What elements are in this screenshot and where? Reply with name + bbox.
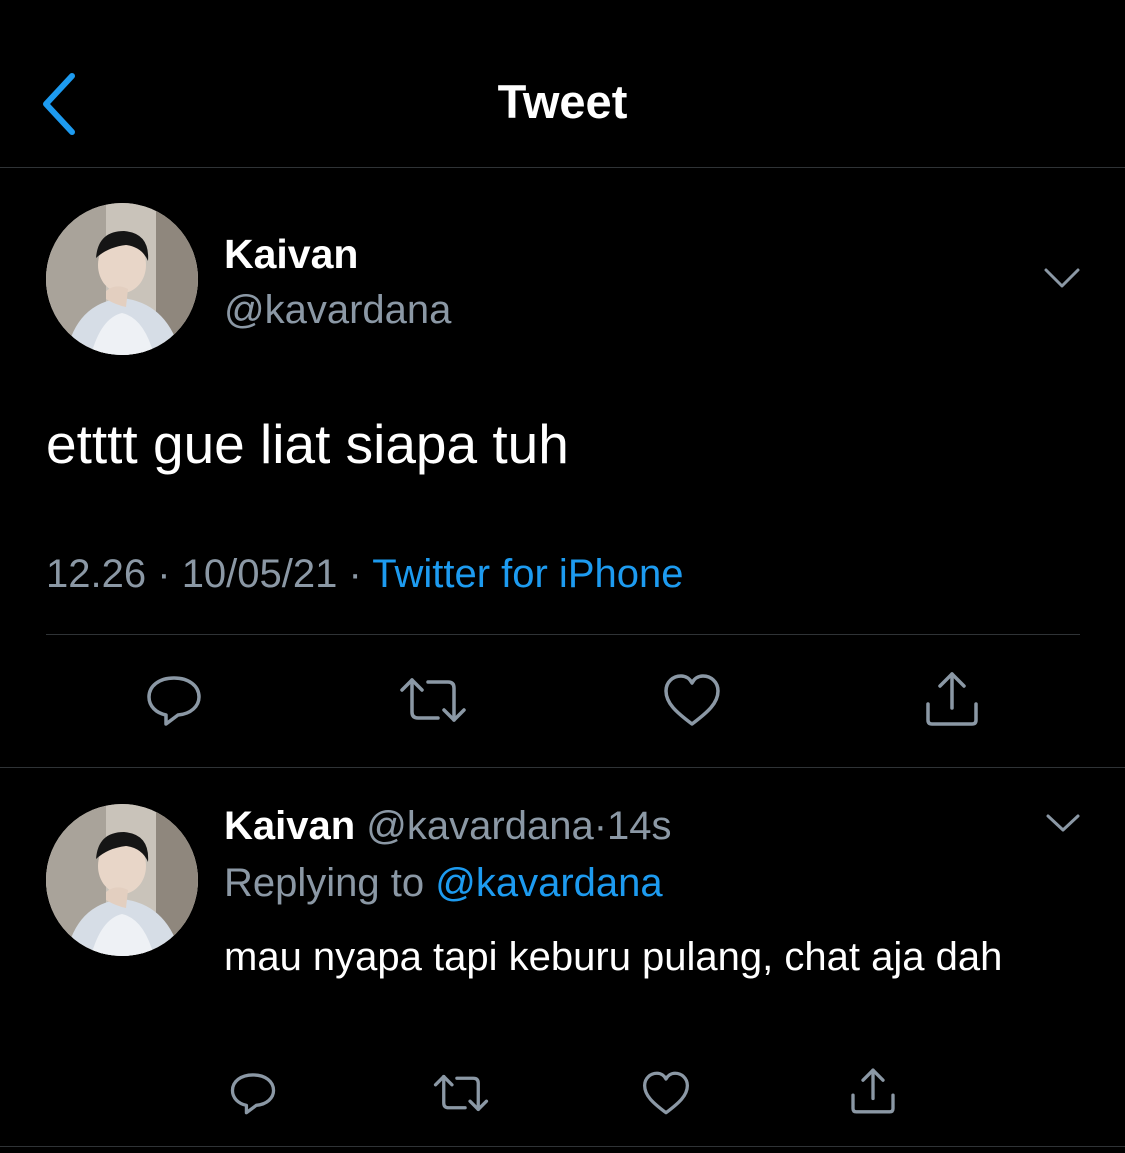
page-title: Tweet xyxy=(497,75,628,128)
reply-icon xyxy=(230,1073,276,1115)
replying-to: Replying to @kavardana xyxy=(224,855,663,911)
share-button[interactable] xyxy=(922,670,982,733)
profile-photo xyxy=(46,203,198,355)
avatar[interactable] xyxy=(46,804,198,956)
chevron-down-icon xyxy=(1046,814,1080,832)
mention-link[interactable]: @kavardana xyxy=(435,861,662,905)
retweet-icon xyxy=(433,1074,489,1112)
profile-photo xyxy=(46,804,198,956)
share-icon xyxy=(851,1068,895,1114)
like-button[interactable] xyxy=(662,672,722,733)
user-handle[interactable]: @kavardana xyxy=(224,284,451,336)
retweet-icon xyxy=(400,678,466,722)
reply-header: Kaivan @kavardana·14s xyxy=(224,798,672,854)
tweet-metadata: 12.26 · 10/05/21 · Twitter for iPhone xyxy=(46,546,683,602)
tweet-source-link[interactable]: Twitter for iPhone xyxy=(372,552,683,596)
tweet-detail-screen: Tweet Kaivan @kavardana etttt gue liat s… xyxy=(0,0,1125,1153)
tweet-date: 10/05/21 xyxy=(181,552,338,596)
separator: · xyxy=(348,552,362,596)
user-handle[interactable]: @kavardana xyxy=(366,804,593,848)
avatar[interactable] xyxy=(46,203,198,355)
like-icon xyxy=(643,1071,689,1115)
share-icon xyxy=(926,672,978,726)
reply-icon xyxy=(147,676,201,726)
divider xyxy=(0,1146,1125,1147)
retweet-button[interactable] xyxy=(432,1070,490,1121)
like-icon xyxy=(664,674,720,726)
tweet-timestamp: 14s xyxy=(607,804,672,848)
separator: · xyxy=(157,552,171,596)
retweet-button[interactable] xyxy=(398,672,468,733)
top-bar: Tweet xyxy=(0,0,1125,168)
replying-label: Replying to xyxy=(224,861,425,905)
more-options-button[interactable] xyxy=(1042,262,1082,298)
share-button[interactable] xyxy=(848,1066,898,1121)
divider xyxy=(0,767,1125,768)
tweet-text: etttt gue liat siapa tuh xyxy=(46,413,569,475)
chevron-down-icon xyxy=(1044,268,1080,288)
display-name[interactable]: Kaivan xyxy=(224,804,355,848)
reply-button[interactable] xyxy=(228,1070,278,1121)
display-name[interactable]: Kaivan xyxy=(224,228,358,280)
tweet-text: mau nyapa tapi keburu pulang, chat aja d… xyxy=(224,935,1003,979)
separator: · xyxy=(593,804,608,848)
reply-button[interactable] xyxy=(144,672,204,733)
like-button[interactable] xyxy=(641,1070,691,1121)
tweet-time: 12.26 xyxy=(46,552,147,596)
divider xyxy=(46,634,1080,635)
more-options-button[interactable] xyxy=(1044,808,1082,842)
